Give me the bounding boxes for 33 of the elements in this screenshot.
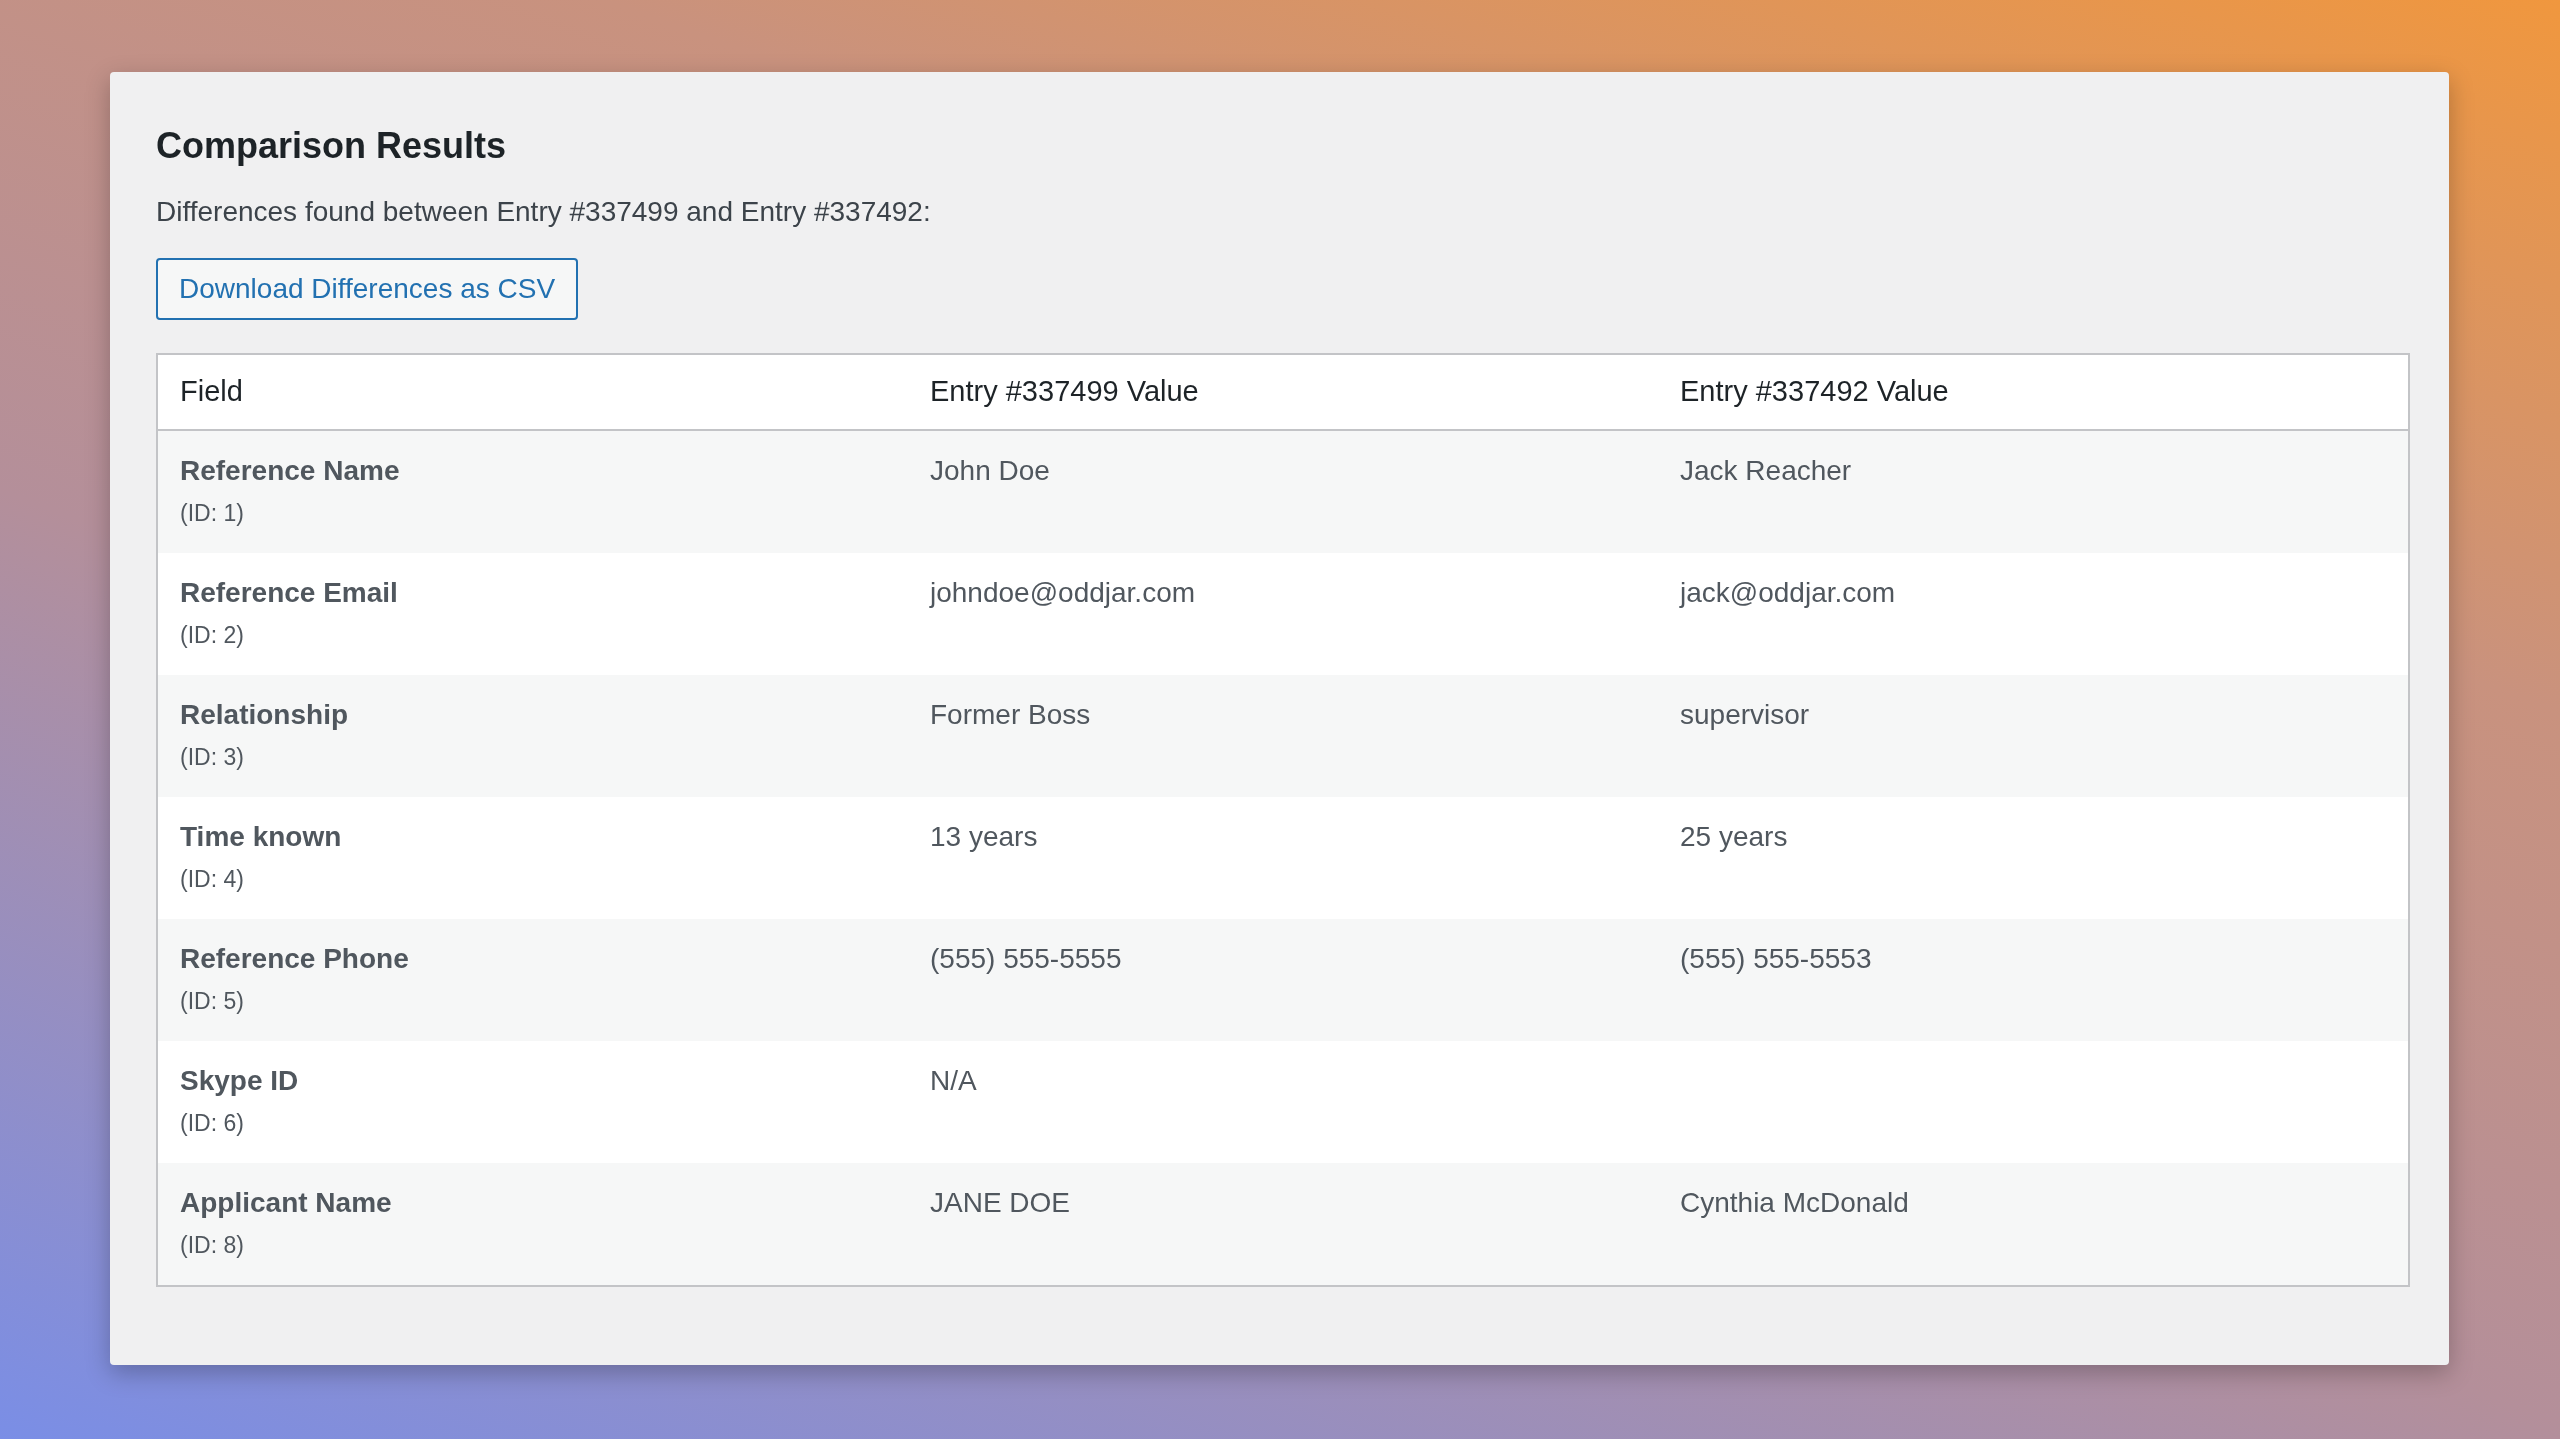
field-name: Applicant Name [180,1186,392,1220]
field-id: (ID: 5) [180,987,244,1016]
column-header: Entry #337499 Value [930,375,1199,408]
field-id: (ID: 8) [180,1231,244,1260]
table-cell: Former Boss [930,699,1091,730]
field-name: Reference Name [180,454,400,488]
table-cell: johndoe@oddjar.com [930,577,1196,608]
summary-text: Differences found between Entry #337499 and Entry #337492: [156,195,932,229]
table-cell: JANE DOE [930,1187,1071,1218]
table-cell: 25 years [1680,821,1788,852]
field-name: Reference Phone [180,942,409,976]
field-id: (ID: 3) [180,743,244,772]
field-id: (ID: 2) [180,621,244,650]
field-name: Relationship [180,698,348,732]
table-cell: Jack Reacher [1680,455,1852,486]
field-id: (ID: 4) [180,865,244,894]
table-cell: John Doe [930,455,1050,486]
table-cell: jack@oddjar.com [1680,577,1896,608]
download-button[interactable]: Download Differences as CSV [156,258,579,320]
table-cell: (555) 555-5553 [1680,943,1872,974]
table-cell: N/A [930,1065,977,1096]
field-id: (ID: 6) [180,1109,244,1138]
field-name: Reference Email [180,576,398,610]
table-cell: Cynthia McDonald [1680,1187,1909,1218]
column-header: Field [180,375,243,408]
column-header: Entry #337492 Value [1680,375,1949,408]
table-cell: supervisor [1680,699,1810,730]
card-title: Comparison Results [156,124,508,168]
field-name: Skype ID [180,1064,299,1098]
table-cell: (555) 555-5555 [930,943,1122,974]
field-id: (ID: 1) [180,499,244,528]
field-name: Time known [180,820,342,854]
table-cell: 13 years [930,821,1038,852]
